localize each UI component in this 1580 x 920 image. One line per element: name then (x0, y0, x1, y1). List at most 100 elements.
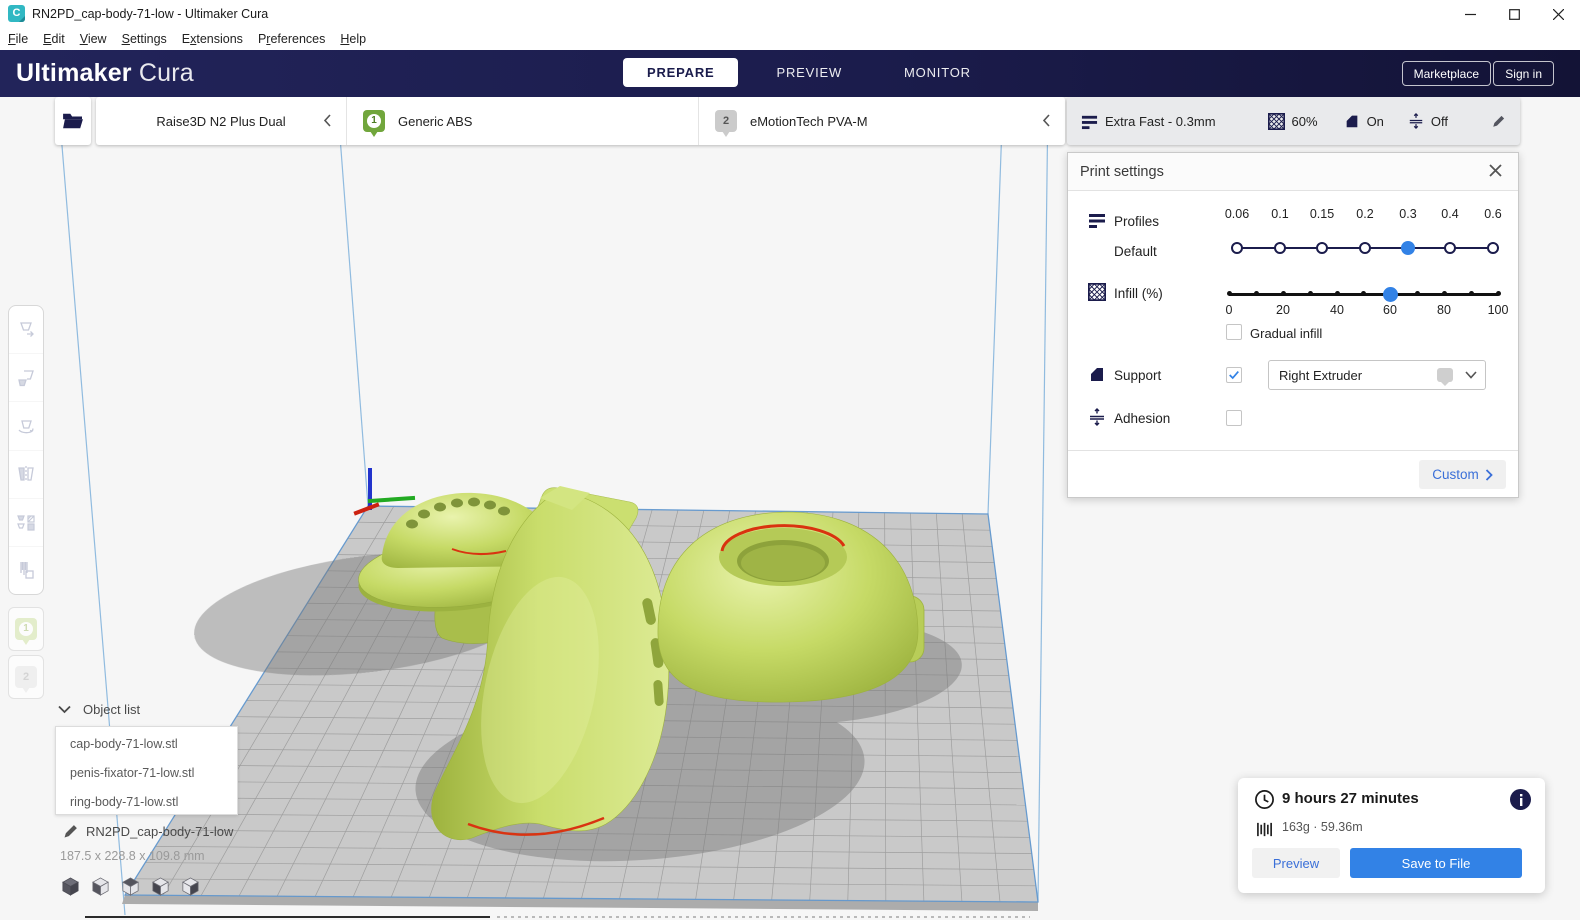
scale-40: 40 (1330, 303, 1344, 317)
profile-stop-0.1[interactable] (1274, 242, 1286, 254)
stage-tabs: PREPARE PREVIEW MONITOR (623, 58, 995, 87)
scale-tool-button[interactable] (9, 354, 43, 403)
extruder2-badge-icon: 2 (715, 110, 737, 137)
menu-extensions[interactable]: Extensions (182, 32, 243, 46)
object-list-panel: cap-body-71-low.stl penis-fixator-71-low… (55, 726, 238, 815)
minimize-button[interactable] (1448, 0, 1492, 28)
extruder1-material-selector[interactable]: 1 Generic ABS (346, 97, 698, 145)
infill-slider-handle[interactable] (1383, 287, 1398, 302)
extruder2-select-button[interactable]: 2 (8, 655, 44, 699)
printer-name: Raise3D N2 Plus Dual (156, 113, 286, 129)
infill-icon (1088, 283, 1106, 301)
tick-0.1: 0.1 (1271, 207, 1289, 221)
menu-file[interactable]: File (8, 32, 28, 46)
profiles-label: Profiles (1114, 214, 1160, 229)
summary-support: On (1344, 113, 1384, 129)
custom-settings-button[interactable]: Custom (1419, 460, 1506, 489)
scale-60: 60 (1383, 303, 1397, 317)
chevron-down-icon (58, 705, 71, 714)
rename-pencil-icon[interactable] (62, 823, 79, 840)
profile-stop-0.6[interactable] (1487, 242, 1499, 254)
model-dimensions: 187.5 x 228.8 x 109.8 mm (60, 849, 205, 863)
mirror-tool-button[interactable] (9, 451, 43, 499)
per-model-settings-button[interactable] (9, 499, 43, 547)
configuration-selector: Raise3D N2 Plus Dual 1 Generic ABS 2 eMo… (96, 97, 1065, 145)
tab-preview[interactable]: PREVIEW (752, 58, 866, 87)
panel-title: Print settings (1080, 163, 1164, 180)
material-swatch-icon (1437, 368, 1453, 386)
printer-selector[interactable]: Raise3D N2 Plus Dual (96, 97, 346, 145)
menu-view[interactable]: View (80, 32, 107, 46)
view-left-icon[interactable] (150, 876, 171, 897)
support-extruder-dropdown[interactable]: Right Extruder (1268, 360, 1486, 390)
support-extruder-value: Right Extruder (1279, 367, 1363, 383)
material-usage-estimate: 163g · 59.36m (1282, 820, 1363, 834)
tab-monitor[interactable]: MONITOR (880, 58, 995, 87)
job-name[interactable]: RN2PD_cap-body-71-low (86, 824, 233, 839)
view-3d-icon[interactable] (60, 876, 81, 897)
close-icon (1552, 8, 1564, 20)
profile-stop-0.15[interactable] (1316, 242, 1328, 254)
profile-stop-0.2[interactable] (1359, 242, 1371, 254)
chevron-down-icon (1465, 371, 1477, 379)
summary-adhesion-text: Off (1430, 113, 1449, 129)
per-model-settings-icon (17, 515, 35, 531)
gradual-infill-checkbox[interactable] (1226, 324, 1242, 340)
info-button[interactable] (1510, 789, 1531, 810)
extruder2-material-selector[interactable]: 2 eMotionTech PVA-M (698, 97, 1065, 145)
object-list-header[interactable]: Object list (58, 702, 140, 717)
close-button[interactable] (1536, 0, 1580, 28)
adhesion-checkbox[interactable] (1226, 410, 1242, 426)
save-to-file-button[interactable]: Save to File (1350, 848, 1522, 878)
move-tool-icon (20, 321, 34, 337)
tick-0.2: 0.2 (1356, 207, 1374, 221)
menu-preferences[interactable]: Preferences (258, 32, 325, 46)
adhesion-icon (1409, 113, 1423, 129)
preview-button[interactable]: Preview (1252, 848, 1340, 878)
profile-stop-0.3-selected[interactable] (1401, 241, 1415, 255)
cura-app-icon: C (8, 5, 25, 22)
chevron-right-icon (1485, 468, 1493, 481)
panel-close-button[interactable] (1485, 160, 1506, 184)
info-icon (1519, 793, 1522, 806)
scale-100: 100 (1487, 303, 1509, 317)
summary-profile: Extra Fast - 0.3mm (1081, 113, 1216, 130)
profile-stop-0.06[interactable] (1231, 242, 1243, 254)
checkmark-icon (1229, 371, 1239, 380)
object-list-item[interactable]: cap-body-71-low.stl (56, 730, 237, 759)
signin-button[interactable]: Sign in (1493, 61, 1554, 86)
gradual-infill-label: Gradual infill (1250, 326, 1323, 341)
custom-label: Custom (1432, 467, 1479, 482)
summary-adhesion: Off (1408, 113, 1448, 129)
support-checkbox[interactable] (1226, 367, 1242, 383)
panel-divider (1068, 450, 1518, 451)
camera-view-buttons (60, 876, 201, 897)
object-list-item[interactable]: penis-fixator-71-low.stl (56, 759, 237, 788)
extruder2-material: eMotionTech PVA-M (750, 113, 868, 129)
maximize-button[interactable] (1492, 0, 1536, 28)
view-right-icon[interactable] (180, 876, 201, 897)
view-top-icon[interactable] (120, 876, 141, 897)
edit-pencil-icon[interactable] (1491, 114, 1506, 129)
profile-stop-0.4[interactable] (1444, 242, 1456, 254)
open-file-button[interactable] (55, 97, 91, 145)
extruder1-select-button[interactable]: 1 (8, 607, 44, 651)
menu-settings[interactable]: Settings (122, 32, 167, 46)
support-blocker-button[interactable] (9, 547, 43, 594)
extruder2-badge-icon: 2 (15, 666, 37, 693)
rotate-tool-button[interactable] (9, 402, 43, 451)
tick-0.15: 0.15 (1309, 207, 1335, 221)
view-front-icon[interactable] (90, 876, 111, 897)
menu-edit[interactable]: Edit (43, 32, 65, 46)
tab-prepare[interactable]: PREPARE (623, 58, 739, 87)
move-tool-button[interactable] (9, 306, 43, 355)
object-list-item[interactable]: ring-body-71-low.stl (56, 788, 237, 817)
adhesion-label: Adhesion (1114, 411, 1171, 426)
summary-support-text: On (1366, 113, 1384, 129)
infill-icon (1267, 112, 1285, 130)
app-header: Ultimaker Cura PREPARE PREVIEW MONITOR M… (0, 50, 1580, 97)
menu-help[interactable]: Help (340, 32, 366, 46)
marketplace-button[interactable]: Marketplace (1401, 61, 1491, 86)
print-settings-summary[interactable]: Extra Fast - 0.3mm 60% On Off (1067, 97, 1520, 145)
titlebar: C RN2PD_cap-body-71-low - Ultimaker Cura (0, 0, 1580, 28)
